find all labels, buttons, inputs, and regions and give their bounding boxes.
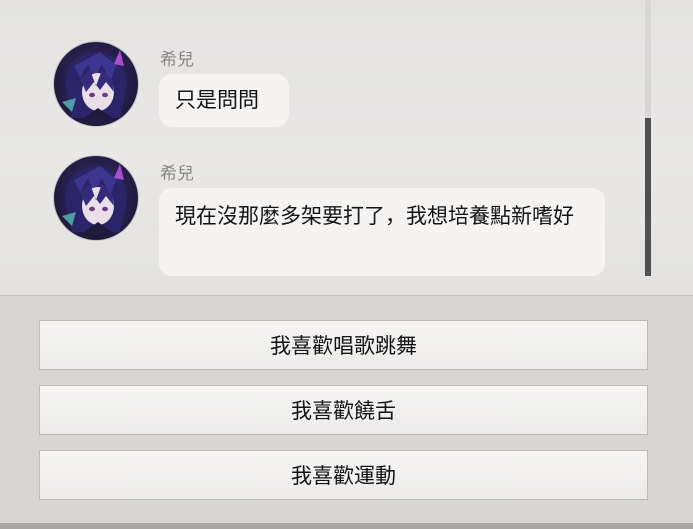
sender-name: 希兒	[160, 50, 194, 70]
character-avatar-icon	[54, 156, 138, 240]
sender-name: 希兒	[160, 164, 194, 184]
bottom-divider	[0, 523, 693, 529]
character-avatar-icon	[54, 42, 138, 126]
scrollbar-thumb[interactable]	[645, 118, 651, 276]
dialogue-option-button[interactable]: 我喜歡饒舌	[39, 385, 648, 435]
dialogue-options: 我喜歡唱歌跳舞 我喜歡饒舌 我喜歡運動	[0, 297, 693, 529]
message-bubble: 現在沒那麼多架要打了，我想培養點新嗜好	[159, 188, 605, 276]
dialogue-option-button[interactable]: 我喜歡運動	[39, 450, 648, 500]
message-bubble: 只是問問	[159, 74, 289, 127]
chat-history-panel[interactable]: 希兒 只是問問 希兒 現在沒那麼多架要打了，我想培養點新嗜好	[0, 0, 693, 296]
dialogue-option-button[interactable]: 我喜歡唱歌跳舞	[39, 320, 648, 370]
